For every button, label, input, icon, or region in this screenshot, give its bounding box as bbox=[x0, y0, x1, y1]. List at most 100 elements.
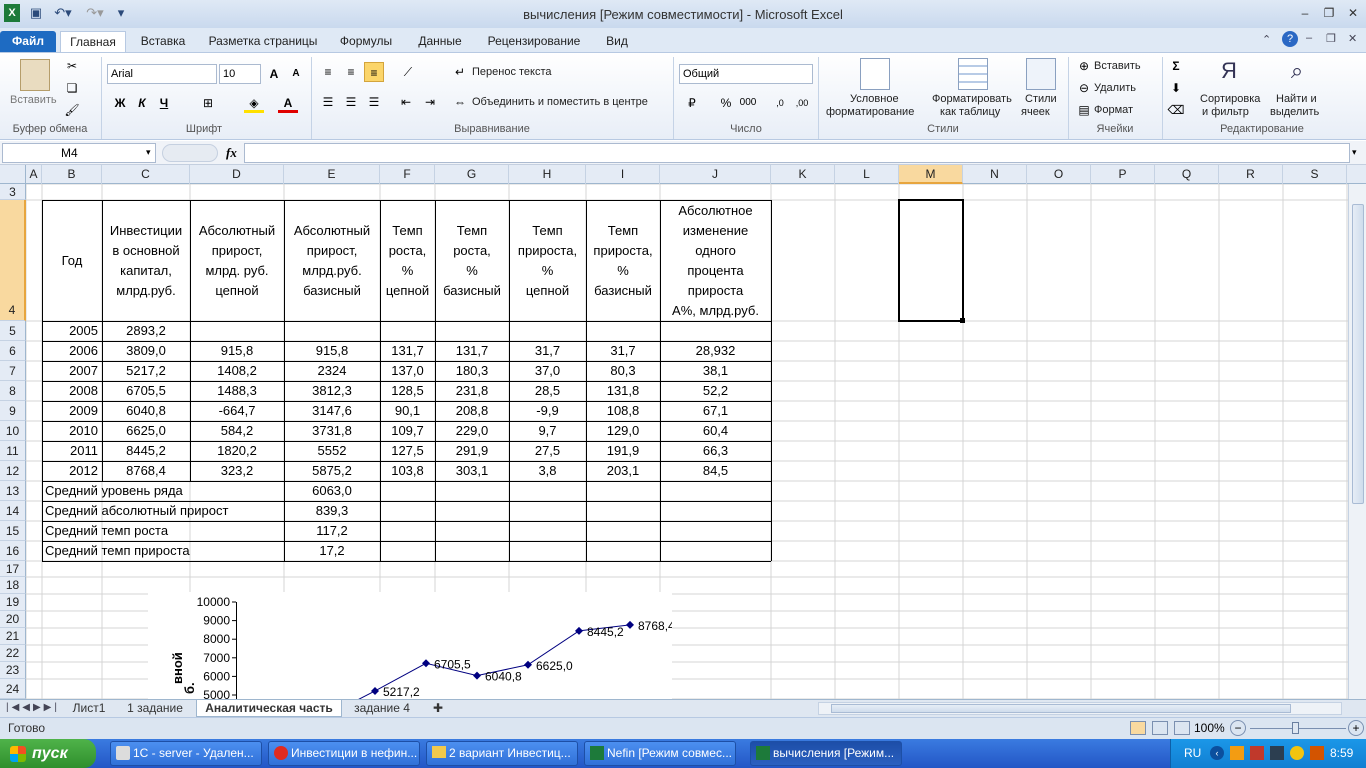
language-indicator[interactable]: RU bbox=[1184, 746, 1201, 760]
row-header[interactable]: 22 bbox=[0, 645, 26, 662]
table-cell[interactable]: 203,1 bbox=[586, 461, 660, 481]
column-header[interactable]: O bbox=[1027, 165, 1091, 184]
bold-icon[interactable]: Ж bbox=[110, 93, 130, 113]
table-cell[interactable]: 1408,2 bbox=[190, 361, 284, 381]
row-header[interactable]: 15 bbox=[0, 521, 26, 541]
row-header[interactable]: 14 bbox=[0, 501, 26, 521]
table-cell[interactable]: 208,8 bbox=[435, 401, 509, 421]
column-header-selected[interactable]: M bbox=[899, 165, 963, 184]
column-header[interactable]: I bbox=[586, 165, 660, 184]
vertical-scrollbar[interactable] bbox=[1348, 184, 1366, 699]
sheet-tab[interactable]: задание 4 bbox=[348, 700, 416, 717]
tray-app-icon[interactable] bbox=[1250, 746, 1264, 760]
table-header-cell[interactable]: Темп роста,% цепной bbox=[380, 200, 435, 321]
zoom-level[interactable]: 100% bbox=[1194, 721, 1225, 735]
find-select-icon[interactable]: ⌕ bbox=[1282, 58, 1312, 90]
table-cell[interactable]: 3812,3 bbox=[284, 381, 380, 401]
tray-arrow-icon[interactable]: ‹ bbox=[1210, 746, 1224, 760]
table-cell[interactable] bbox=[380, 321, 435, 341]
row-header[interactable]: 21 bbox=[0, 628, 26, 645]
clock[interactable]: 8:59 bbox=[1330, 746, 1353, 760]
fill-icon[interactable]: ⬇ bbox=[1166, 78, 1186, 98]
taskbar-item[interactable]: 1C - server - Удален... bbox=[110, 741, 262, 766]
fx-icon[interactable]: fx bbox=[226, 145, 237, 161]
cut-icon[interactable]: ✂ bbox=[62, 56, 82, 76]
font-color-icon[interactable]: A bbox=[278, 93, 298, 113]
column-header[interactable]: D bbox=[190, 165, 284, 184]
zoom-slider-thumb[interactable] bbox=[1292, 722, 1299, 734]
table-cell[interactable]: 2012 bbox=[42, 461, 102, 481]
align-top-icon[interactable]: ≡ bbox=[318, 62, 338, 82]
sheet-nav-arrows-icon[interactable]: |◀◀▶▶| bbox=[6, 702, 60, 713]
merge-center-icon[interactable]: ⇔ bbox=[450, 92, 470, 112]
table-cell[interactable]: 27,5 bbox=[509, 441, 586, 461]
table-cell[interactable]: 129,0 bbox=[586, 421, 660, 441]
name-box[interactable]: M4 bbox=[2, 143, 156, 163]
format-as-table-icon[interactable] bbox=[958, 58, 988, 90]
table-cell[interactable]: 1820,2 bbox=[190, 441, 284, 461]
column-header[interactable]: S bbox=[1283, 165, 1347, 184]
table-cell[interactable]: 66,3 bbox=[660, 441, 771, 461]
orientation-icon[interactable]: ⟋ bbox=[398, 62, 418, 82]
decrease-decimal-icon[interactable]: ,00 bbox=[792, 93, 812, 113]
find-select-label-1[interactable]: Найти и bbox=[1276, 93, 1317, 105]
decrease-indent-icon[interactable]: ⇤ bbox=[396, 92, 416, 112]
font-size-combo[interactable]: 10 bbox=[219, 64, 261, 84]
tab-home[interactable]: Главная bbox=[60, 31, 126, 52]
formula-input[interactable] bbox=[244, 143, 1350, 163]
column-header[interactable]: L bbox=[835, 165, 899, 184]
summary-label[interactable]: Средний темп прироста bbox=[45, 541, 190, 561]
format-as-table-label-2[interactable]: как таблицу bbox=[940, 106, 1000, 118]
row-header[interactable]: 19 bbox=[0, 594, 26, 611]
tab-insert[interactable]: Вставка bbox=[130, 31, 196, 52]
table-cell[interactable]: 31,7 bbox=[586, 341, 660, 361]
increase-indent-icon[interactable]: ⇥ bbox=[420, 92, 440, 112]
table-cell[interactable]: 28,5 bbox=[509, 381, 586, 401]
row-header[interactable]: 23 bbox=[0, 662, 26, 679]
conditional-format-icon[interactable] bbox=[860, 58, 890, 90]
table-cell[interactable]: 2010 bbox=[42, 421, 102, 441]
table-cell[interactable]: 2008 bbox=[42, 381, 102, 401]
sort-filter-label-1[interactable]: Сортировка bbox=[1200, 93, 1260, 105]
table-cell[interactable]: 5552 bbox=[284, 441, 380, 461]
cell-styles-icon[interactable] bbox=[1026, 58, 1056, 90]
table-cell[interactable]: -9,9 bbox=[509, 401, 586, 421]
autosum-icon[interactable]: Σ bbox=[1166, 56, 1186, 76]
table-cell[interactable]: 2005 bbox=[42, 321, 102, 341]
row-header[interactable]: 13 bbox=[0, 481, 26, 501]
column-header[interactable]: P bbox=[1091, 165, 1155, 184]
row-header[interactable]: 20 bbox=[0, 611, 26, 628]
selected-cell-m4[interactable] bbox=[898, 199, 964, 322]
column-header[interactable]: B bbox=[42, 165, 102, 184]
table-cell[interactable]: 131,8 bbox=[586, 381, 660, 401]
row-header[interactable]: 9 bbox=[0, 401, 26, 421]
delete-cells-button[interactable]: Удалить bbox=[1094, 82, 1136, 94]
table-header-cell[interactable]: Темп роста,% базисный bbox=[435, 200, 509, 321]
row-header[interactable]: 12 bbox=[0, 461, 26, 481]
column-header[interactable]: J bbox=[660, 165, 771, 184]
column-header[interactable]: G bbox=[435, 165, 509, 184]
table-cell[interactable]: 915,8 bbox=[284, 341, 380, 361]
page-break-view-icon[interactable] bbox=[1174, 721, 1190, 735]
column-header[interactable]: Q bbox=[1155, 165, 1219, 184]
table-cell[interactable] bbox=[284, 321, 380, 341]
column-header[interactable]: H bbox=[509, 165, 586, 184]
normal-view-icon[interactable] bbox=[1130, 721, 1146, 735]
table-cell[interactable] bbox=[509, 321, 586, 341]
summary-label[interactable]: Средний абсолютный прирост bbox=[45, 501, 228, 521]
insert-cells-icon[interactable]: ⊕ bbox=[1074, 56, 1094, 76]
table-cell[interactable]: 191,9 bbox=[586, 441, 660, 461]
cell-styles-label-1[interactable]: Стили bbox=[1025, 93, 1057, 105]
italic-icon[interactable]: К bbox=[132, 93, 152, 113]
tray-network-icon[interactable] bbox=[1270, 746, 1284, 760]
column-header[interactable]: C bbox=[102, 165, 190, 184]
column-header[interactable]: A bbox=[26, 165, 42, 184]
number-format-combo[interactable]: Общий bbox=[679, 64, 813, 84]
currency-icon[interactable]: ₽ bbox=[682, 93, 702, 113]
horizontal-scrollbar[interactable] bbox=[818, 702, 1342, 715]
sheet-tab[interactable]: 1 задание bbox=[122, 700, 188, 717]
summary-value[interactable]: 17,2 bbox=[284, 541, 380, 561]
table-cell[interactable]: 109,7 bbox=[380, 421, 435, 441]
cell-styles-label-2[interactable]: ячеек bbox=[1021, 106, 1050, 118]
table-cell[interactable]: 3147,6 bbox=[284, 401, 380, 421]
